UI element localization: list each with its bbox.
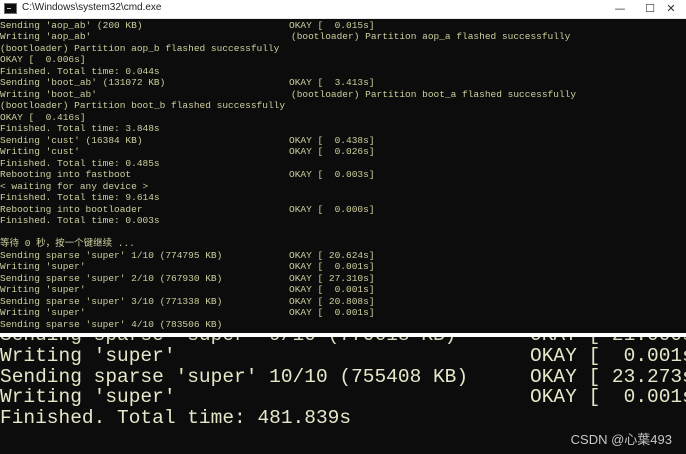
console-zoom-line-left: Writing 'super' [0, 345, 176, 367]
console-line-left: Writing 'super' [0, 261, 86, 272]
csdn-watermark: CSDN @心葉493 [570, 432, 672, 447]
console-line-left: Writing 'aop_ab' [0, 31, 92, 42]
console-line-right: OKAY [ 20.624s] [289, 249, 375, 261]
console-line-left: Rebooting into fastboot [0, 169, 132, 180]
close-button[interactable]: ✕ [656, 0, 686, 18]
console-line-left: 等待 0 秒，按一个键继续 ... [0, 238, 135, 249]
console-zoom-line-left: Finished. Total time: 481.839s [0, 406, 352, 429]
console-zoom-line-right: OKAY [ 0.001s] [530, 386, 686, 408]
console-line-right: (bootloader) Partition aop_a flashed suc… [291, 31, 571, 42]
console-line-left: (bootloader) Partition boot_b flashed su… [0, 100, 286, 111]
console-line-left: (bootloader) Partition aop_b flashed suc… [0, 42, 280, 54]
console-line-right: OKAY [ 3.413s] [289, 77, 375, 88]
console-line-left: Sending 'aop_ab' (200 KB) [0, 19, 143, 31]
console-line-left: Sending sparse 'super' 1/10 (774795 KB) [0, 249, 223, 261]
cmd-app-icon [4, 3, 17, 14]
console-line-left: Sending 'cust' (16384 KB) [0, 134, 143, 146]
window-title: C:\Windows\system32\cmd.exe [22, 2, 162, 13]
console-line-right: OKAY [ 0.001s] [289, 307, 375, 318]
console-line-left: Sending sparse 'super' 3/10 (771338 KB) [0, 295, 223, 307]
console-line-left: OKAY [ 0.006s] [0, 54, 86, 65]
window-titlebar[interactable]: C:\Windows\system32\cmd.exe — ☐ ✕ [0, 0, 686, 19]
console-line-right: OKAY [ 27.310s] [289, 272, 375, 284]
console-line-left: Writing 'boot_ab' [0, 88, 97, 100]
console-line-right: OKAY [ 20.808s] [289, 295, 375, 307]
console-line-left: Sending sparse 'super' 2/10 (767930 KB) [0, 272, 223, 284]
console-line-left: OKAY [ 0.416s] [0, 111, 86, 123]
console-line-right: OKAY [ 0.438s] [289, 134, 375, 146]
console-line-right: OKAY [ 0.003s] [289, 169, 375, 180]
console-zoom-line-right: OKAY [ 23.273s] [530, 365, 686, 388]
console-line-left: Sending sparse 'super' 4/10 (783506 KB) [0, 318, 223, 330]
console-output-top[interactable]: Sending 'aop_ab' (200 KB) OKAY [ 0.015s] W… [0, 19, 686, 333]
console-line-left: < waiting for any device > [0, 180, 149, 192]
console-line-left: Finished. Total time: 0.044s [0, 65, 160, 77]
console-line-right: OKAY [ 0.015s] [289, 19, 375, 31]
console-zoom-line-left: Writing 'super' [0, 386, 176, 408]
console-line-left: Finished. Total time: 0.485s [0, 157, 160, 169]
console-zoom-line-right: OKAY [ 0.001s] [530, 345, 686, 367]
console-line-left: Rebooting into bootloader [0, 203, 143, 215]
console-line-left: Finished. Total time: 9.614s [0, 192, 160, 203]
console-line-right: OKAY [ 0.026s] [289, 146, 375, 157]
console-line-right: OKAY [ 0.001s] [289, 284, 375, 295]
console-line-right: OKAY [ 0.000s] [289, 203, 375, 215]
console-line-left: Finished. Total time: 0.003s [0, 215, 160, 226]
console-line-left: Sending 'boot_ab' (131072 KB) [0, 77, 166, 88]
console-line-left: Finished. Total time: 3.848s [0, 123, 160, 134]
console-line-right: (bootloader) Partition boot_a flashed su… [291, 88, 577, 100]
console-line-left: Writing 'super' [0, 284, 86, 295]
console-line-left: Writing 'cust' [0, 146, 80, 157]
console-zoom-line-left: Sending sparse 'super' 10/10 (755408 KB) [0, 365, 469, 388]
console-line-right: OKAY [ 0.001s] [289, 261, 375, 272]
console-line-left: Writing 'super' [0, 307, 86, 318]
